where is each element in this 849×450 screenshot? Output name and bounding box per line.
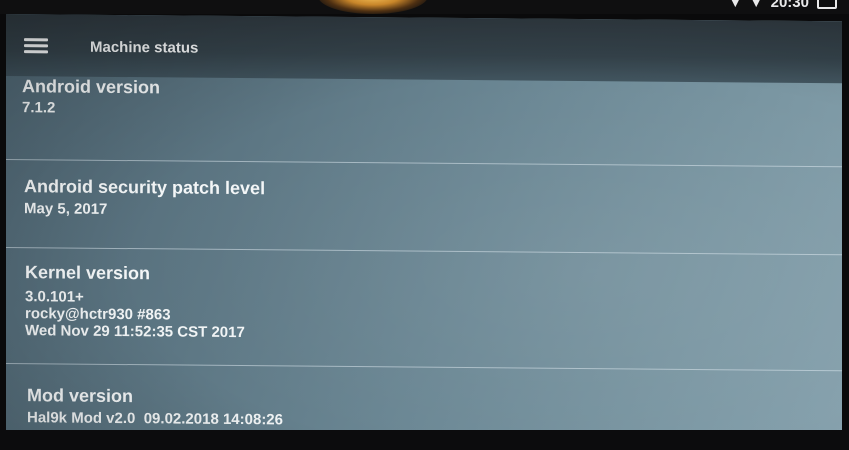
pref-android-version[interactable]: Android version 7.1.2 xyxy=(6,72,842,168)
battery-icon xyxy=(817,0,837,9)
photo-frame: ▼ ▼ 20:30 Machine status Android version… xyxy=(0,0,849,450)
pref-summary: 3.0.101+ rocky@hctr930 #863 Wed Nov 29 1… xyxy=(25,288,842,346)
pref-title: Android security patch level xyxy=(24,176,266,199)
preference-list: Android version 7.1.2 Android security p… xyxy=(6,72,842,441)
status-bar: ▼ ▼ 20:30 xyxy=(0,0,849,14)
pref-security-patch-level[interactable]: Android security patch level May 5, 2017 xyxy=(6,160,842,256)
page-title: Machine status xyxy=(90,38,199,57)
status-time: 20:30 xyxy=(770,0,809,11)
screen-bezel xyxy=(0,430,849,450)
pref-title: Kernel version xyxy=(25,262,151,284)
settings-screen: Machine status Android version 7.1.2 And… xyxy=(6,14,842,442)
light-glare xyxy=(318,0,428,14)
signal-icon: ▼ xyxy=(728,0,742,10)
hamburger-menu-icon[interactable] xyxy=(24,38,48,54)
wifi-icon: ▼ xyxy=(749,0,763,10)
pref-kernel-version[interactable]: Kernel version 3.0.101+ rocky@hctr930 #8… xyxy=(6,248,842,372)
status-icons: ▼ ▼ 20:30 xyxy=(729,0,837,11)
pref-title: Mod version xyxy=(27,385,134,407)
pref-summary: May 5, 2017 xyxy=(24,200,108,218)
